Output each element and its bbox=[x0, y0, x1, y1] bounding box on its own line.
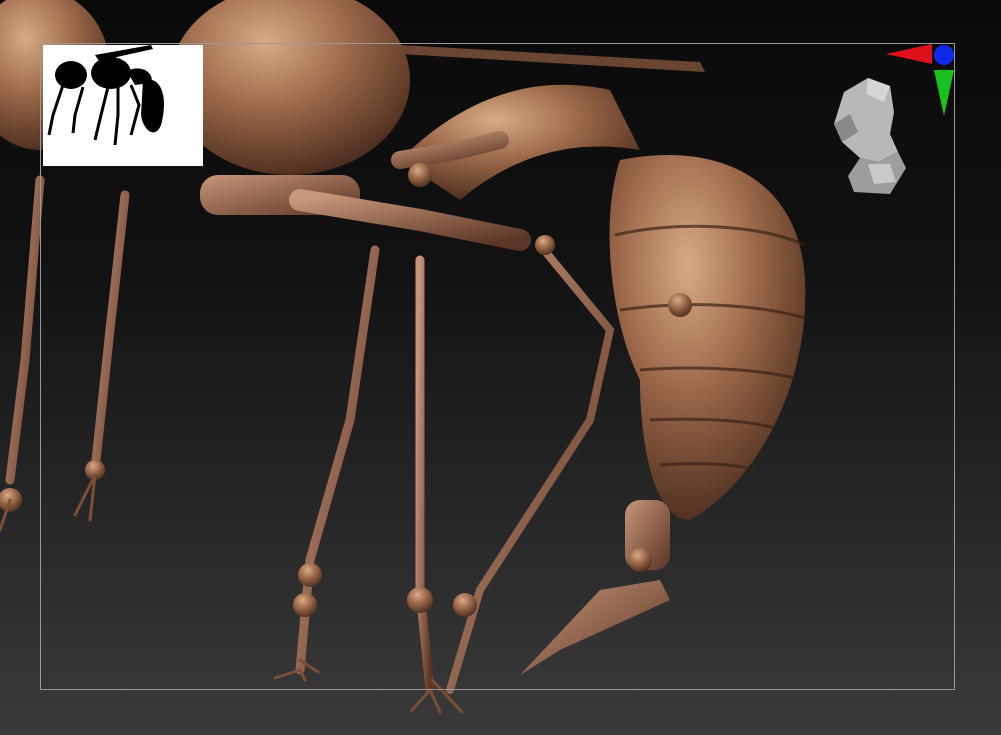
navigator-thumbnail[interactable] bbox=[43, 45, 203, 166]
stinger bbox=[520, 580, 670, 675]
z-axis-dot bbox=[934, 45, 954, 65]
axis-gizmo[interactable] bbox=[880, 40, 960, 120]
y-axis-arrow bbox=[934, 70, 954, 116]
wasp-silhouette-icon bbox=[47, 45, 164, 146]
3d-viewport[interactable] bbox=[0, 0, 1001, 735]
abdomen bbox=[609, 155, 806, 520]
petiole bbox=[400, 84, 640, 200]
x-axis-arrow bbox=[886, 44, 932, 64]
wing bbox=[400, 45, 705, 72]
thorax bbox=[170, 0, 410, 175]
